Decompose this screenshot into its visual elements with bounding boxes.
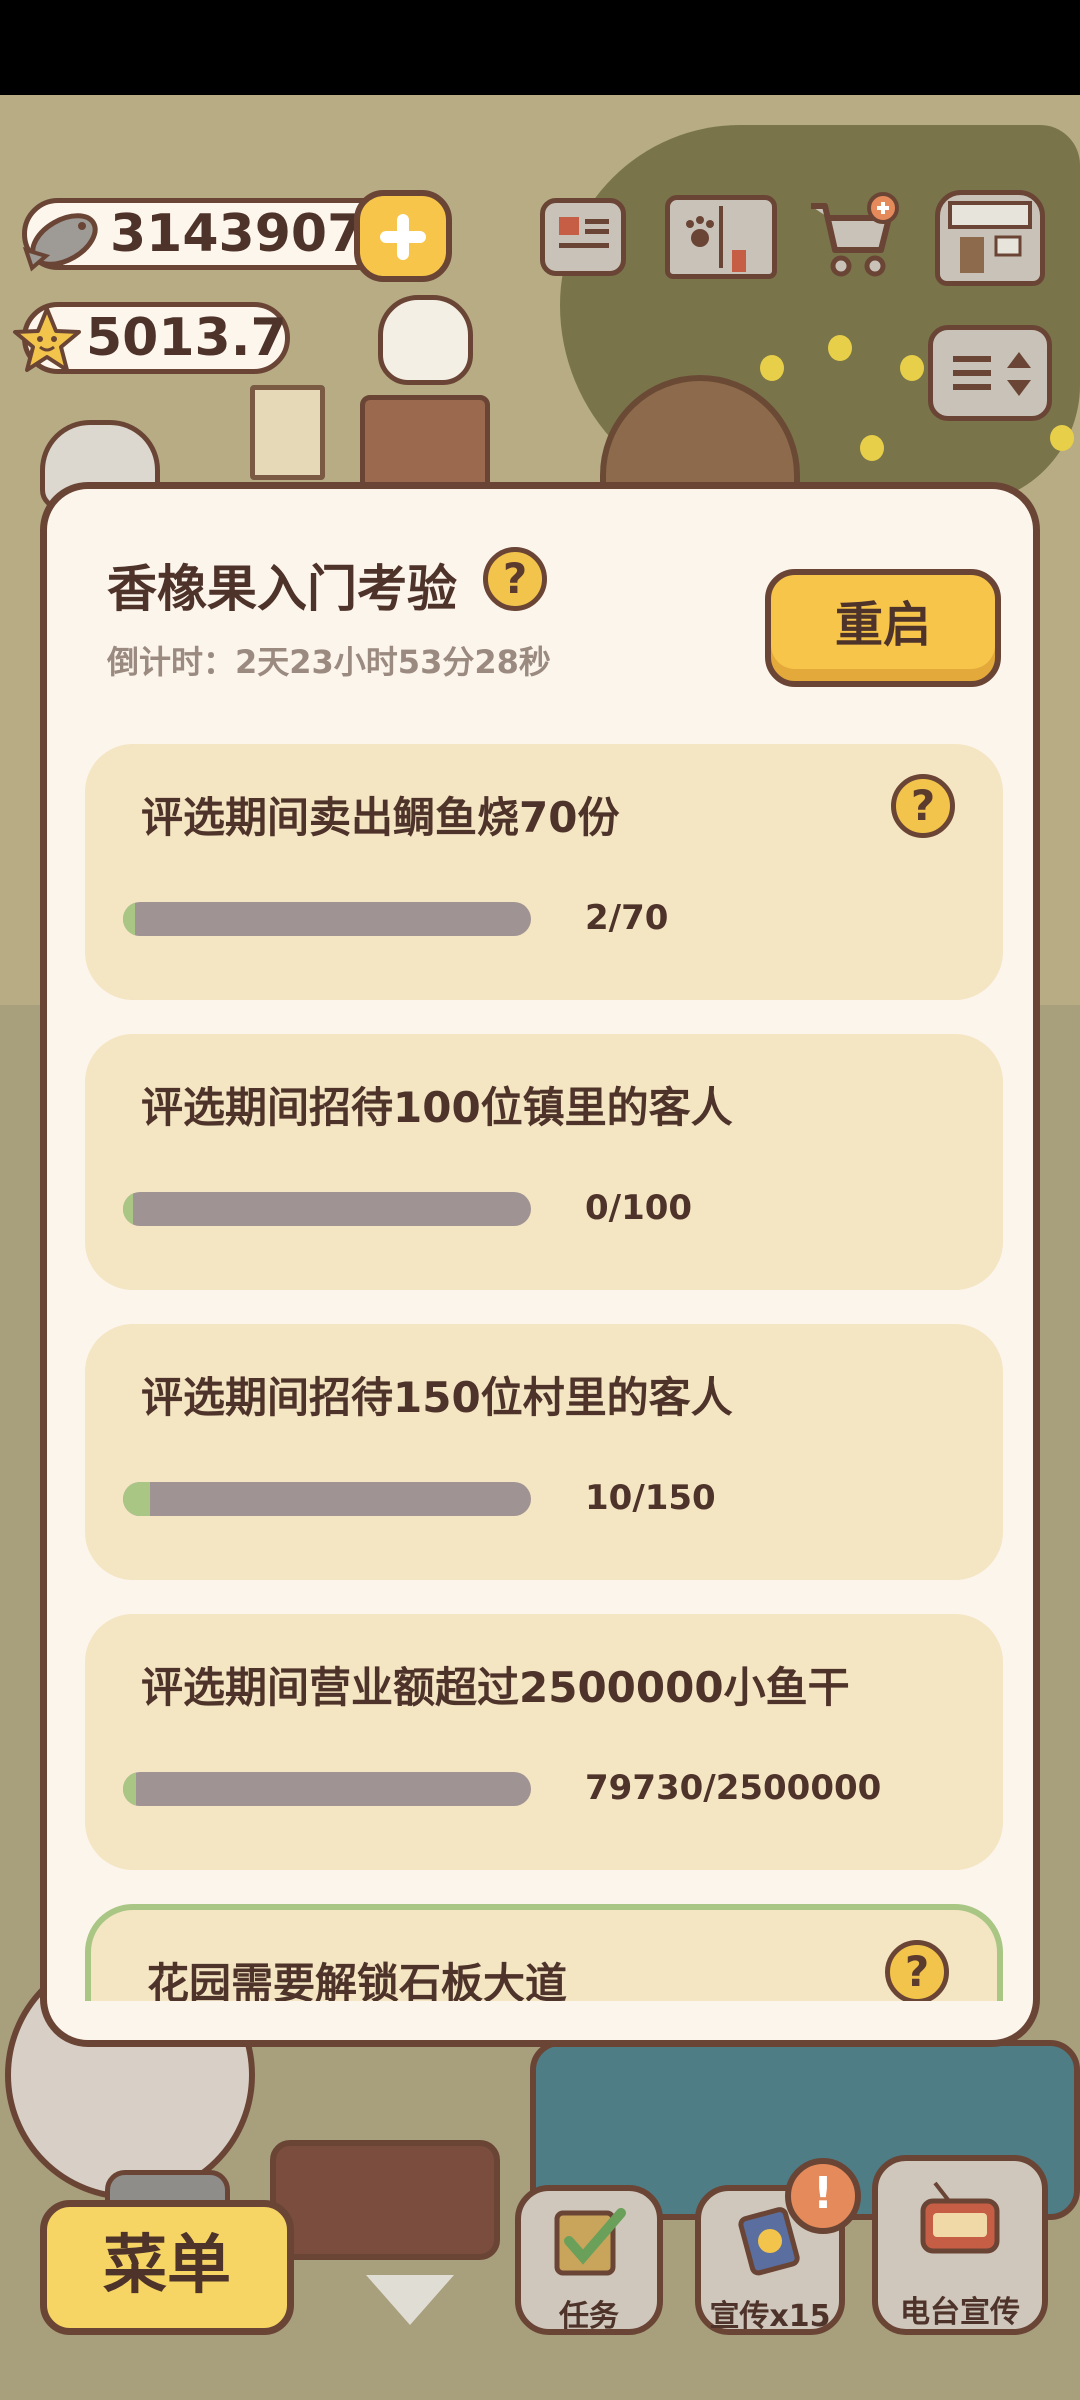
progress-label: 0/100 [585,1188,693,1228]
status-bar [0,0,1080,95]
star-currency-value: 5013.7 [86,308,287,368]
progress-label: 2/70 [585,898,669,938]
progress-label: 79730/2500000 [585,1768,882,1808]
cushion [270,2140,500,2260]
task-card: 评选期间卖出鲷鱼烧70份? 2/70 [85,744,1003,1000]
fish-icon [22,213,98,272]
exclamation-icon: ! [812,2168,834,2219]
menu-button[interactable]: 菜单 [40,2200,294,2335]
storefront-button[interactable] [935,190,1045,286]
progress-bar [123,902,531,936]
layout-toggle-button[interactable] [928,325,1052,421]
add-currency-button[interactable] [354,190,452,282]
task-card: 评选期间招待100位镇里的客人 0/100 [85,1034,1003,1290]
radio-promotion-button[interactable]: 电台宣传 [872,2155,1048,2335]
tasks-label: 任务 [559,2299,619,2334]
task-help-button[interactable]: ? [885,1940,949,2001]
string-light [860,435,884,461]
progress-fill [123,902,135,936]
task-card: 评选期间招待150位村里的客人 10/150 [85,1324,1003,1580]
tasks-button[interactable]: 任务 [515,2185,663,2335]
task-text: 花园需要解锁石板大道 [147,1959,568,2001]
progress-fill [123,1482,151,1516]
clipboard-check-icon [554,2208,626,2276]
task-card: 花园需要解锁石板大道? [85,1904,1003,2001]
string-light [828,335,852,361]
task-text: 评选期间招待100位镇里的客人 [141,1083,733,1132]
progress-bar [123,1482,531,1516]
plus-icon [397,214,409,260]
paw-book-icon [686,206,746,272]
string-light [900,355,924,381]
string-light [760,355,784,381]
progress-fill [123,1192,134,1226]
progress-label: 10/150 [585,1478,716,1518]
task-list[interactable]: 评选期间卖出鲷鱼烧70份? 2/70 评选期间招待100位镇里的客人 0/100 评选期… [47,489,1033,2001]
bulletin-board [250,385,325,480]
cat-book-button[interactable] [665,195,777,279]
newspaper-icon [559,217,609,248]
radio-label: 电台宣传 [900,2295,1020,2330]
task-text: 评选期间招待150位村里的客人 [141,1373,733,1422]
question-icon: ? [910,781,936,830]
shop-icon [948,201,1032,273]
shop-cart-button[interactable] [805,192,901,282]
radio-icon [920,2181,1000,2254]
promotion-label: 宣传x15 [709,2299,831,2334]
task-text: 评选期间卖出鲷鱼烧70份 [141,793,620,842]
newspaper-button[interactable] [540,198,626,276]
progress-bar [123,1772,531,1806]
fish-currency-value: 3143907 [110,204,364,264]
lucky-cat [378,295,473,385]
challenge-dialog: 香橡果入门考验 ? 倒计时：2天23小时53分28秒 重启 评选期间卖出鲷鱼烧7… [40,482,1040,2047]
collapse-arrow-icon[interactable] [366,2275,454,2325]
progress-fill [123,1772,137,1806]
fish-cart-icon [811,192,899,277]
string-light [1050,425,1074,451]
task-help-button[interactable]: ? [891,774,955,838]
task-text: 评选期间营业额超过2500000小鱼干 [141,1663,850,1712]
alert-badge: ! [785,2158,861,2234]
task-card: 评选期间营业额超过2500000小鱼干 79730/2500000 [85,1614,1003,1870]
toggle-list-icon [953,352,1031,396]
question-icon: ? [904,1947,930,1996]
star-icon [13,307,81,372]
progress-bar [123,1192,531,1226]
